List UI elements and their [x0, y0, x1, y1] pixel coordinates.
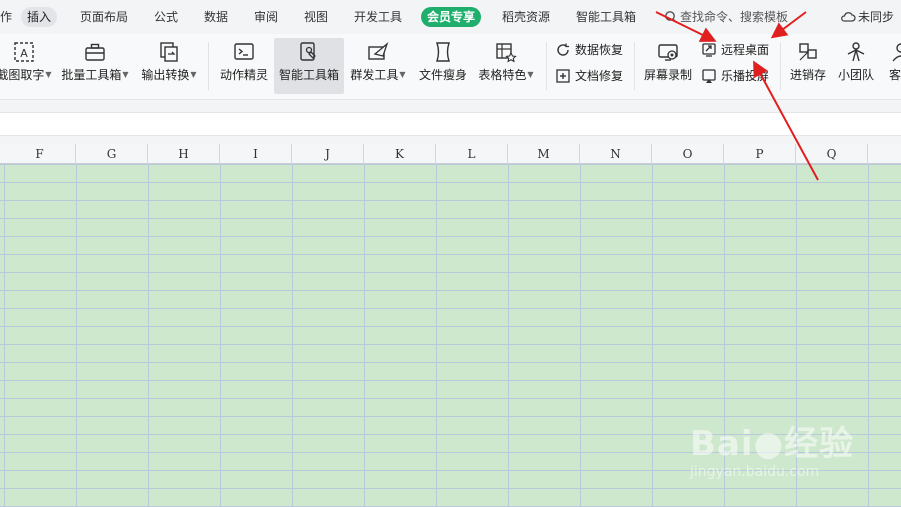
tool-file-slim[interactable]: 文件瘦身	[414, 38, 472, 94]
team-icon	[847, 42, 865, 62]
column-header-f[interactable]: F	[4, 144, 76, 164]
menu-tab-view[interactable]: 视图	[298, 7, 334, 27]
menu-tab-docer[interactable]: 稻壳资源	[496, 7, 556, 27]
tool-label: 输出转换	[141, 68, 190, 82]
tool-remote-desktop[interactable]: 远程桌面	[701, 40, 769, 60]
tool-batch-toolbox[interactable]: 批量工具箱▼	[57, 38, 133, 94]
chevron-down-icon: ▼	[190, 70, 197, 79]
header-spacer	[0, 136, 901, 144]
cast-screen-icon	[702, 69, 716, 83]
cloud-icon	[841, 12, 856, 22]
ribbon-divider	[780, 42, 781, 90]
tool-label: 群发工具	[350, 68, 399, 82]
tool-label: 屏幕录制	[643, 68, 692, 82]
column-header-m[interactable]: M	[508, 144, 580, 164]
column-header-k[interactable]: K	[364, 144, 436, 164]
tool-label: 动作精灵	[219, 68, 268, 82]
menu-tab-formula[interactable]: 公式	[148, 7, 184, 27]
table-feature-icon	[496, 43, 517, 63]
doc-repair-icon	[556, 69, 570, 83]
sync-label: 未同步	[858, 10, 895, 24]
menu-tab-smart-toolbox[interactable]: 智能工具箱	[570, 7, 642, 27]
ribbon-spacer	[0, 100, 901, 112]
column-header-q[interactable]: Q	[796, 144, 868, 164]
column-header-g[interactable]: G	[76, 144, 148, 164]
tool-label: 小团队	[837, 68, 874, 82]
tool-label: 文档修复	[575, 69, 624, 83]
watermark-site: jingyan.baidu.com	[690, 464, 820, 480]
tool-action-sprite[interactable]: 动作精灵	[216, 38, 272, 94]
tool-table-features[interactable]: 表格特色▼	[474, 38, 538, 94]
tool-inventory[interactable]: 进销存	[786, 38, 830, 94]
slim-file-icon	[436, 42, 450, 62]
menu-tab-data[interactable]: 数据	[198, 7, 234, 27]
column-header-n[interactable]: N	[580, 144, 652, 164]
formula-bar[interactable]	[0, 112, 901, 136]
column-header-p[interactable]: P	[724, 144, 796, 164]
tool-customer[interactable]: 客户	[881, 38, 901, 94]
tool-label: 进销存	[789, 68, 826, 82]
toolbox-icon	[85, 43, 105, 61]
chevron-down-icon: ▼	[399, 70, 406, 79]
tool-doc-repair[interactable]: 文档修复	[555, 66, 623, 86]
svg-text:A: A	[20, 47, 28, 60]
tool-label: 数据恢复	[575, 43, 624, 57]
tool-label: 客户	[888, 68, 901, 82]
tool-screen-record[interactable]: 屏幕录制	[640, 38, 696, 94]
tool-screenshot-ocr[interactable]: A 截图取字▼	[0, 38, 52, 94]
terminal-icon	[234, 43, 254, 60]
ribbon-toolbar: A 截图取字▼ 批量工具箱▼ 输出转换▼ 动作精灵 智能工具箱 群发工具▼ 文件…	[0, 34, 901, 100]
menu-item-partial[interactable]: 作	[0, 7, 18, 27]
customer-icon	[892, 43, 901, 62]
tool-label: 批量工具箱	[61, 68, 122, 82]
ribbon-divider	[634, 42, 635, 90]
menu-bar: 作 插入 页面布局 公式 数据 审阅 视图 开发工具 会员专享 稻壳资源 智能工…	[0, 0, 901, 34]
tool-label: 智能工具箱	[278, 68, 339, 82]
screen-record-icon	[658, 44, 678, 61]
menu-tab-insert[interactable]: 插入	[21, 7, 58, 27]
menu-tab-page-layout[interactable]: 页面布局	[74, 7, 134, 27]
menu-tab-review[interactable]: 审阅	[248, 7, 284, 27]
tool-smart-toolbox[interactable]: 智能工具箱	[274, 38, 344, 94]
column-header-i[interactable]: I	[220, 144, 292, 164]
convert-icon	[160, 42, 178, 62]
watermark-brand: Bai●经验	[690, 424, 855, 464]
chevron-down-icon: ▼	[527, 70, 534, 79]
chevron-down-icon: ▼	[122, 70, 129, 79]
inventory-icon	[799, 43, 817, 61]
ribbon-divider	[208, 42, 209, 90]
column-header-l[interactable]: L	[436, 144, 508, 164]
smart-tool-icon	[300, 42, 316, 61]
command-search[interactable]: 查找命令、搜索模板	[664, 7, 788, 27]
column-header: F G H I J K L M N O P Q	[0, 144, 901, 164]
tool-label: 文件瘦身	[418, 68, 467, 82]
sync-status[interactable]: 未同步	[840, 7, 894, 27]
menu-tab-developer[interactable]: 开发工具	[348, 7, 408, 27]
search-placeholder: 查找命令、搜索模板	[680, 10, 789, 24]
tool-label: 截图取字	[0, 68, 45, 82]
tool-mass-send[interactable]: 群发工具▼	[346, 38, 410, 94]
chevron-down-icon: ▼	[45, 70, 52, 79]
tool-cast-screen[interactable]: 乐播投屏	[701, 66, 769, 86]
column-header-h[interactable]: H	[148, 144, 220, 164]
tool-output-convert[interactable]: 输出转换▼	[138, 38, 200, 94]
text-scan-icon: A	[14, 42, 34, 62]
baidu-watermark: Bai●经验 jingyan.baidu.com	[690, 408, 890, 488]
tool-data-restore[interactable]: 数据恢复	[555, 40, 623, 60]
send-icon	[368, 42, 389, 60]
tool-small-team[interactable]: 小团队	[834, 38, 878, 94]
remote-desktop-icon	[702, 43, 716, 57]
ribbon-divider	[546, 42, 547, 90]
column-header-o[interactable]: O	[652, 144, 724, 164]
tool-label: 远程桌面	[721, 43, 770, 57]
tool-label: 乐播投屏	[721, 69, 770, 83]
column-header-j[interactable]: J	[292, 144, 364, 164]
data-restore-icon	[557, 43, 569, 56]
menu-tab-vip[interactable]: 会员专享	[421, 7, 482, 27]
tool-label: 表格特色	[478, 68, 527, 82]
search-icon	[665, 11, 677, 23]
